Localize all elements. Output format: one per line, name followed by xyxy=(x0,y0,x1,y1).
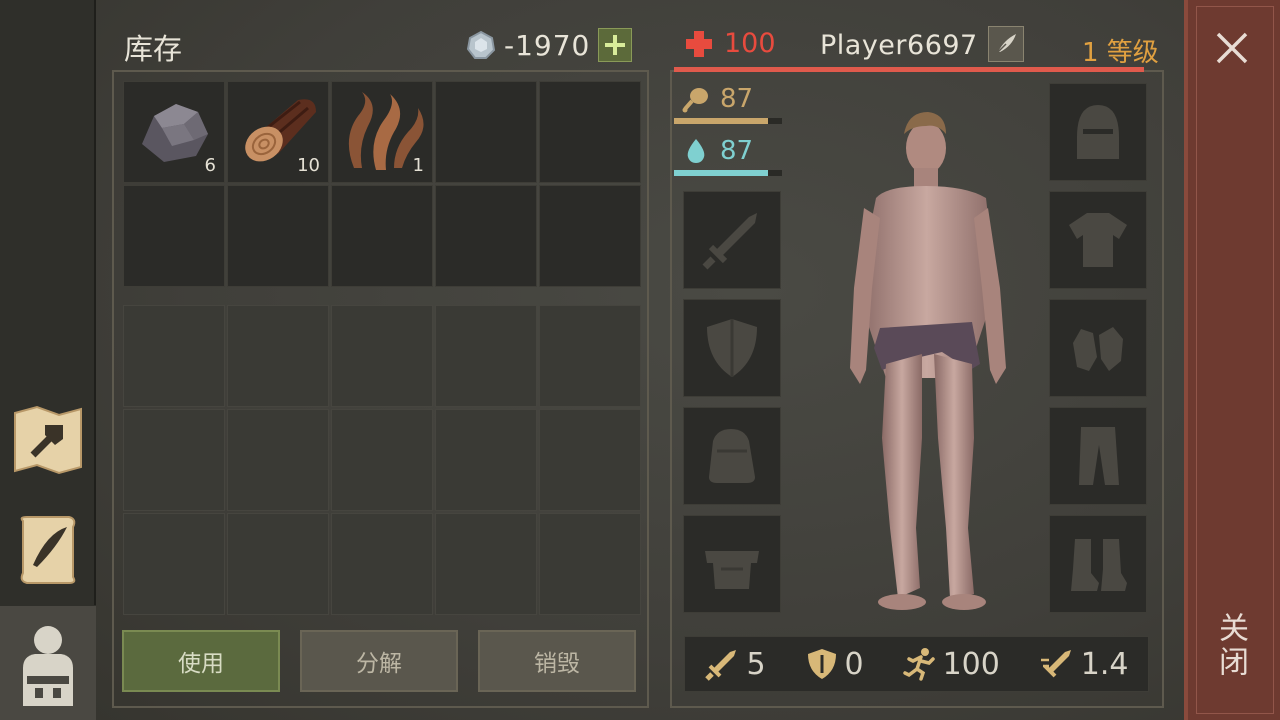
attack-speed-value: 1.4 xyxy=(1080,646,1129,682)
shield-icon xyxy=(707,319,757,377)
speed-value: 100 xyxy=(942,646,1000,682)
inventory-slot-empty[interactable] xyxy=(435,81,537,183)
locked-slot xyxy=(539,513,641,615)
health-stat: 100 xyxy=(684,28,776,59)
locked-slot xyxy=(227,409,329,511)
inventory-slot[interactable]: 10 xyxy=(227,81,329,183)
locked-slot xyxy=(227,513,329,615)
close-icon[interactable] xyxy=(1214,30,1250,66)
left-tab-bar xyxy=(0,0,96,720)
item-count: 1 xyxy=(412,155,424,176)
boots-icon xyxy=(1071,539,1127,591)
use-button[interactable]: 使用 xyxy=(122,630,280,692)
weapon-slot[interactable] xyxy=(683,191,781,289)
level-label: 1 等级 xyxy=(1082,38,1159,68)
journal-scroll-icon[interactable] xyxy=(6,508,90,592)
health-bar-fill xyxy=(674,67,1144,72)
shirt-slot[interactable] xyxy=(1049,191,1147,289)
locked-slot xyxy=(435,305,537,407)
food-stat: 87 xyxy=(682,84,753,114)
sword-icon xyxy=(702,213,757,270)
helmet-slot[interactable] xyxy=(1049,83,1147,181)
add-currency-button[interactable] xyxy=(598,28,633,62)
defense-value: 0 xyxy=(844,646,864,682)
locked-slot xyxy=(331,305,433,407)
attack-speed-stat: 1.4 xyxy=(1039,646,1129,682)
item-count: 10 xyxy=(297,155,320,176)
disassemble-button[interactable]: 分解 xyxy=(300,630,458,692)
attack-stat: 5 xyxy=(704,646,766,682)
shield-slot[interactable] xyxy=(683,299,781,397)
helmet-icon xyxy=(1077,105,1119,159)
water-stat: 87 xyxy=(682,136,753,166)
pouch-slot[interactable] xyxy=(683,515,781,613)
health-value: 100 xyxy=(724,28,776,59)
destroy-button[interactable]: 销毁 xyxy=(478,630,636,692)
plus-icon xyxy=(605,35,626,55)
water-drop-icon xyxy=(687,139,705,163)
inventory-slot-empty[interactable] xyxy=(539,81,641,183)
locked-slot xyxy=(539,409,641,511)
water-value: 87 xyxy=(720,136,754,166)
inventory-slot-empty[interactable] xyxy=(227,185,329,287)
attack-sword-icon xyxy=(705,650,737,681)
combat-stats-bar: 5 0 100 1.4 xyxy=(684,636,1149,692)
locked-slot xyxy=(331,513,433,615)
currency-value: -1970 xyxy=(504,28,591,62)
gloves-icon xyxy=(1073,327,1123,371)
speed-stat: 100 xyxy=(902,646,1000,682)
player-name: Player6697 xyxy=(820,30,978,61)
food-drumstick-icon xyxy=(682,88,708,113)
crafting-map-icon[interactable] xyxy=(6,398,90,482)
water-bar xyxy=(674,170,782,176)
health-cross-icon xyxy=(686,30,712,57)
pants-slot[interactable] xyxy=(1049,407,1147,505)
currency-display: -1970 xyxy=(466,28,633,62)
boots-slot[interactable] xyxy=(1049,515,1147,613)
food-bar-fill xyxy=(674,118,768,124)
quill-icon xyxy=(997,34,1016,53)
locked-slot xyxy=(123,305,225,407)
food-bar xyxy=(674,118,782,124)
water-bar-fill xyxy=(674,170,768,176)
pouch-icon xyxy=(705,551,759,589)
pants-icon xyxy=(1079,427,1119,485)
gloves-slot[interactable] xyxy=(1049,299,1147,397)
attack-value: 5 xyxy=(746,646,766,682)
locked-slot xyxy=(123,513,225,615)
edit-name-button[interactable] xyxy=(988,26,1024,62)
locked-slot xyxy=(539,305,641,407)
close-panel-border xyxy=(1196,6,1274,714)
inventory-slot-empty[interactable] xyxy=(435,185,537,287)
running-man-icon xyxy=(902,648,935,681)
item-count: 6 xyxy=(204,155,216,176)
shirt-icon xyxy=(1069,213,1127,267)
backpack-icon xyxy=(709,429,755,483)
silver-coin-icon xyxy=(466,30,496,59)
inventory-slot-empty[interactable] xyxy=(331,185,433,287)
inventory-slot-empty[interactable] xyxy=(123,185,225,287)
character-model xyxy=(850,112,1006,610)
inventory-slot[interactable]: 6 xyxy=(123,81,225,183)
locked-slot xyxy=(331,409,433,511)
locked-slot xyxy=(435,409,537,511)
attack-speed-icon xyxy=(1040,650,1071,678)
backpack-character-icon[interactable] xyxy=(0,606,96,720)
locked-slot xyxy=(435,513,537,615)
locked-slot xyxy=(227,305,329,407)
defense-stat: 0 xyxy=(805,647,864,682)
close-label[interactable]: 关闭 xyxy=(1212,612,1252,680)
inventory-slot-empty[interactable] xyxy=(539,185,641,287)
defense-shield-icon xyxy=(807,649,836,679)
food-value: 87 xyxy=(720,84,754,114)
inventory-slot[interactable]: 1 xyxy=(331,81,433,183)
locked-slot xyxy=(123,409,225,511)
backpack-slot[interactable] xyxy=(683,407,781,505)
inventory-title: 库存 xyxy=(124,32,183,66)
health-bar xyxy=(674,67,1144,72)
